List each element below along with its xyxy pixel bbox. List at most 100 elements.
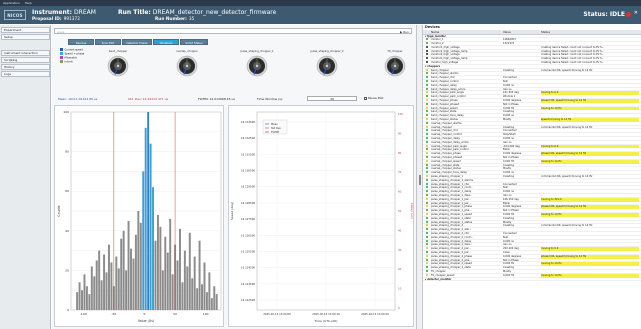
y2-tick-label: 60	[398, 190, 402, 194]
chopper-disc-icon	[316, 55, 338, 77]
proposal-label: Proposal ID:	[32, 17, 62, 22]
status-dot-icon	[426, 186, 428, 189]
run-button[interactable]: ▶ Run	[400, 30, 409, 34]
nav-setup[interactable]: Setup	[1, 34, 50, 41]
y2-tick-label: 90	[398, 131, 402, 135]
histogram-bar	[208, 272, 211, 310]
histogram-pane: -100 -50 0 50 100 0 20 40 60 80 100 Value (Us) Count…	[54, 105, 224, 327]
proposal-row: Proposal ID: 991372	[32, 17, 80, 22]
status-dot-icon	[426, 205, 428, 208]
app-header: NICOS Instrument: DREAM Run Title: DREAM_d…	[0, 6, 641, 24]
run-title-label: Run Title:	[118, 9, 151, 16]
histogram-bar	[76, 292, 79, 310]
pause-plot-label: Pause Plot	[368, 96, 384, 100]
status-dot-icon	[426, 201, 428, 204]
histogram-bar	[203, 262, 206, 310]
status-dot-icon	[426, 114, 428, 117]
y2-axis-label: Delay (us)	[410, 203, 414, 218]
histogram-bar	[205, 292, 208, 310]
histogram-bar	[193, 256, 196, 310]
time-window-input[interactable]: 30	[307, 96, 357, 101]
legend-label: Inlimit	[64, 60, 73, 64]
chopper-dials: Current speed Speed + phase Mismatch Inlimi…	[52, 46, 416, 90]
pause-plot-checkbox[interactable]: Pause Plot	[364, 96, 383, 100]
close-icon[interactable]: ✕	[634, 10, 638, 16]
histogram-bar	[105, 272, 108, 310]
menu-item[interactable]: Help	[25, 1, 32, 5]
tab-scan-plot[interactable]: Scan Plot	[95, 39, 121, 45]
chopper-disc-icon	[246, 55, 268, 77]
run-title-value: DREAM_detector_new_detector_firmware	[152, 9, 277, 16]
status-dot-icon	[426, 144, 428, 147]
status-dot-icon	[426, 254, 428, 257]
y-tick-label: 100	[63, 110, 69, 114]
y2-tick-label: 20	[398, 267, 402, 271]
histogram-bar	[176, 260, 179, 310]
legend-label: Speed + phase	[64, 52, 85, 56]
status-dot-icon	[426, 239, 428, 242]
nav-scripting[interactable]: Scripting	[1, 56, 50, 63]
status-dot-icon	[426, 243, 428, 246]
tab-detector-image[interactable]: Detector Image	[122, 39, 152, 45]
y-tick-label: 16 124500	[241, 266, 255, 270]
status-dot-icon	[426, 76, 428, 79]
histogram-bar	[191, 278, 194, 310]
splitter-handle[interactable]	[416, 25, 423, 329]
command-input[interactable]: >>> ▶ Run	[54, 28, 412, 34]
legend-swatch	[60, 52, 63, 55]
nav-experiment[interactable]: Experiment	[1, 27, 50, 33]
histogram-bar	[81, 290, 83, 310]
x-tick-label: -50	[111, 312, 116, 316]
status-dot-icon	[426, 197, 428, 200]
tab-script-status[interactable]: Script Status	[180, 39, 208, 45]
y-tick-label: 16 132500	[241, 136, 255, 140]
y-tick-label: 16 123500	[241, 282, 255, 286]
y-tick-label: 16 129500	[241, 185, 255, 189]
y-tick-label: 16 125500	[241, 249, 255, 253]
histogram-bar	[171, 274, 174, 310]
nav-history[interactable]: History	[1, 63, 50, 70]
status-dot-icon	[426, 209, 428, 212]
status-dot-icon	[426, 250, 428, 253]
nav-instrument-interaction[interactable]: Instrument interaction	[1, 49, 50, 56]
status-dot-icon	[426, 273, 428, 276]
x-tick-label: 2025-02-15 13:00:20	[361, 312, 389, 316]
x-tick-label: 50	[173, 312, 177, 316]
y2-tick-label: 30	[398, 248, 402, 252]
histogram-bar	[107, 244, 110, 310]
menu-item[interactable]: Application	[3, 1, 20, 5]
timeseries-pane: 16 133500 16 132500 16 131500 16 130500 16 1…	[228, 105, 414, 327]
legend-swatch	[60, 60, 63, 63]
histogram-bar	[78, 282, 81, 310]
status-dot-icon	[426, 212, 428, 215]
dial-label: overlap_chopper	[176, 50, 198, 53]
checkbox-icon[interactable]	[364, 96, 367, 100]
y-tick-label: 16 128500	[241, 201, 255, 205]
dial-legend: Current speed Speed + phase Mismatch Inlimi…	[60, 48, 88, 64]
histogram-chart[interactable]: -100 -50 0 50 100 0 20 40 60 80 100 Value (Us) Count…	[55, 106, 225, 328]
legend-label: Std Dev	[271, 126, 281, 130]
y-tick-label: 60	[65, 189, 69, 193]
timeseries-chart[interactable]: 16 133500 16 132500 16 131500 16 130500 16 1…	[229, 106, 415, 328]
device-name: ▸ detector_monitor	[425, 277, 452, 281]
status-dot-icon	[426, 235, 428, 238]
histogram-bar	[132, 258, 135, 310]
nav-logs[interactable]: Logs	[1, 71, 50, 78]
status-dot-icon	[426, 247, 428, 250]
tab-choppers[interactable]: Choppers	[153, 39, 179, 45]
tab-devices[interactable]: Devices	[68, 39, 94, 45]
histogram-bar	[188, 232, 191, 310]
dial-label: T0_chopper	[387, 50, 403, 53]
status-dot-icon	[426, 57, 428, 60]
y-tick-label: 16 127500	[241, 217, 255, 221]
status-dot-icon	[426, 110, 428, 113]
y-axis-label: Counts	[57, 205, 61, 216]
device-group-row[interactable]: ▸ detector_monitor	[423, 278, 641, 282]
y2-tick-label: 70	[398, 170, 402, 174]
dial-label: pulse_shaping_chopper_2	[310, 50, 344, 53]
histogram-bar	[98, 250, 101, 310]
histogram-bar	[85, 286, 88, 310]
histogram-bar	[125, 270, 128, 310]
histogram-bar	[122, 230, 125, 310]
status-dot-icon	[426, 140, 428, 143]
